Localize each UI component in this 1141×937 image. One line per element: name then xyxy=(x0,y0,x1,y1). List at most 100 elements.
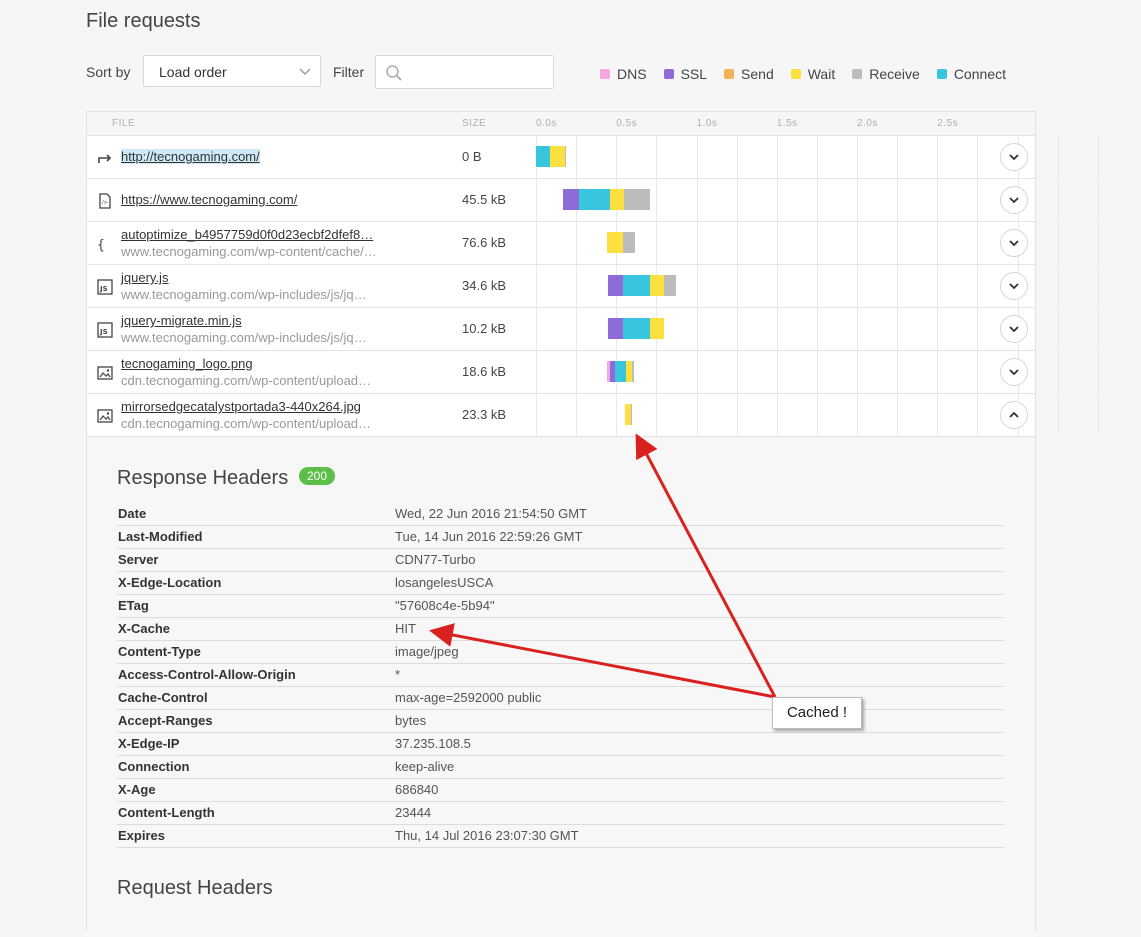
timing-waterfall xyxy=(536,179,1099,221)
table-row[interactable]: tecnogaming_logo.png cdn.tecnogaming.com/… xyxy=(87,351,1099,394)
grid-line xyxy=(776,394,778,436)
redirect-icon xyxy=(97,150,113,166)
grid-line xyxy=(1057,179,1059,221)
grid-line xyxy=(576,308,578,350)
file-size: 10.2 kB xyxy=(462,321,507,336)
header-key: X-Edge-IP xyxy=(118,736,180,751)
grid-line xyxy=(977,179,979,221)
chevron-down-icon xyxy=(299,68,311,75)
header-key: ETag xyxy=(118,598,149,613)
response-details: Response Headers 200 Date Wed, 22 Jun 201… xyxy=(87,437,1035,937)
html-file-icon: /> xyxy=(97,193,113,209)
expand-row-button[interactable] xyxy=(1000,229,1028,257)
table-row[interactable]: mirrorsedgecatalystportada3-440x264.jpg c… xyxy=(87,394,1099,437)
file-name-link[interactable]: mirrorsedgecatalystportada3-440x264.jpg xyxy=(121,399,361,414)
timing-waterfall xyxy=(536,136,1099,178)
file-name-link[interactable]: jquery-migrate.min.js xyxy=(121,313,242,328)
grid-line xyxy=(656,222,658,264)
grid-line xyxy=(857,179,858,221)
table-row[interactable]: /> https://www.tecnogaming.com/45.5 kB xyxy=(87,179,1099,222)
grid-line xyxy=(897,308,899,350)
grid-line xyxy=(897,136,899,178)
grid-line xyxy=(656,351,658,393)
grid-line xyxy=(816,394,818,436)
expand-row-button[interactable] xyxy=(1000,272,1028,300)
file-name-link[interactable]: jquery.js xyxy=(121,270,168,285)
grid-line xyxy=(1057,394,1059,436)
file-name-link[interactable]: tecnogaming_logo.png xyxy=(121,356,253,371)
collapse-row-button[interactable] xyxy=(1000,401,1028,429)
file-url: cdn.tecnogaming.com/wp-content/upload… xyxy=(121,373,372,388)
timing-bar-wait xyxy=(550,146,565,167)
grid-line xyxy=(977,351,979,393)
expand-row-button[interactable] xyxy=(1000,143,1028,171)
grid-line xyxy=(696,222,698,264)
file-requests-panel: FILE SIZE 0.0s 0.5s 1.0s 1.5s 2.0s 2.5s http:… xyxy=(86,111,1099,937)
axis-tick-label: 2.5s xyxy=(937,118,959,129)
expand-row-button[interactable] xyxy=(1000,315,1028,343)
timing-bar-wait xyxy=(606,232,623,253)
expand-row-button[interactable] xyxy=(1000,186,1028,214)
request-headers-title: Request Headers xyxy=(117,877,273,899)
header-key: X-Age xyxy=(118,782,156,797)
table-row[interactable]: http://tecnogaming.com/0 B xyxy=(87,136,1099,179)
column-header-size: SIZE xyxy=(462,118,487,129)
header-value: CDN77-Turbo xyxy=(395,552,476,567)
file-size: 23.3 kB xyxy=(462,407,507,422)
grid-line xyxy=(897,265,899,307)
table-row[interactable]: { } autoptimize_b4957759d0f0d23ecbf2dfef8… xyxy=(87,222,1099,265)
grid-line xyxy=(816,179,818,221)
grid-line xyxy=(1057,136,1059,178)
legend-label: Receive xyxy=(869,66,920,82)
timing-waterfall xyxy=(536,351,1099,393)
table-row[interactable]: JS jquery.js www.tecnogaming.com/wp-includ… xyxy=(87,265,1099,308)
header-value: Thu, 14 Jul 2016 23:07:30 GMT xyxy=(395,828,579,843)
header-row: Last-Modified Tue, 14 Jun 2016 22:59:26 G… xyxy=(117,526,1004,549)
grid-line xyxy=(937,136,939,178)
timing-waterfall xyxy=(536,394,1099,436)
table-row[interactable]: JS jquery-migrate.min.js www.tecnogaming.c… xyxy=(87,308,1099,351)
grid-line xyxy=(857,351,858,393)
expand-row-button[interactable] xyxy=(1000,358,1028,386)
sort-order-select[interactable]: Load order xyxy=(143,55,321,87)
timing-bar-ssl xyxy=(608,318,623,339)
grid-line xyxy=(576,136,578,178)
header-row: X-Edge-Location losangelesUSCA xyxy=(117,572,1004,595)
file-name-link[interactable]: https://www.tecnogaming.com/ xyxy=(121,192,297,207)
grid-line xyxy=(616,136,618,178)
header-key: Connection xyxy=(118,759,190,774)
file-size: 34.6 kB xyxy=(462,278,507,293)
grid-line xyxy=(736,136,738,178)
timing-waterfall xyxy=(536,308,1099,350)
timing-bar-wait xyxy=(649,318,665,339)
timing-bar-connect xyxy=(622,275,650,296)
legend-item-wait: Wait xyxy=(790,66,835,82)
timing-bar-connect xyxy=(622,318,650,339)
file-name-link[interactable]: http://tecnogaming.com/ xyxy=(121,149,260,164)
legend-item-ssl: SSL xyxy=(663,66,707,82)
filter-input[interactable] xyxy=(375,55,554,89)
header-row: Cache-Control max-age=2592000 public xyxy=(117,687,1004,710)
grid-line xyxy=(776,136,778,178)
legend-swatch xyxy=(663,69,674,79)
grid-line xyxy=(897,222,899,264)
sort-by-label: Sort by xyxy=(86,64,131,80)
grid-line xyxy=(897,179,899,221)
legend-swatch xyxy=(600,69,610,79)
grid-line xyxy=(576,265,578,307)
file-name-link[interactable]: autoptimize_b4957759d0f0d23ecbf2dfef8… xyxy=(121,227,373,242)
header-key: Last-Modified xyxy=(118,529,203,544)
grid-line xyxy=(656,394,658,436)
axis-tick-label: 2.0s xyxy=(857,118,878,129)
grid-line xyxy=(1057,222,1059,264)
legend-swatch xyxy=(852,69,863,79)
legend-item-send: Send xyxy=(724,66,774,82)
header-row: Expires Thu, 14 Jul 2016 23:07:30 GMT xyxy=(117,825,1004,848)
header-key: Date xyxy=(118,506,147,521)
css-file-icon: { } xyxy=(97,236,120,253)
grid-line xyxy=(937,265,939,307)
grid-line xyxy=(616,394,618,436)
column-header-file: FILE xyxy=(112,118,136,129)
grid-line xyxy=(937,179,939,221)
grid-line xyxy=(977,136,979,178)
